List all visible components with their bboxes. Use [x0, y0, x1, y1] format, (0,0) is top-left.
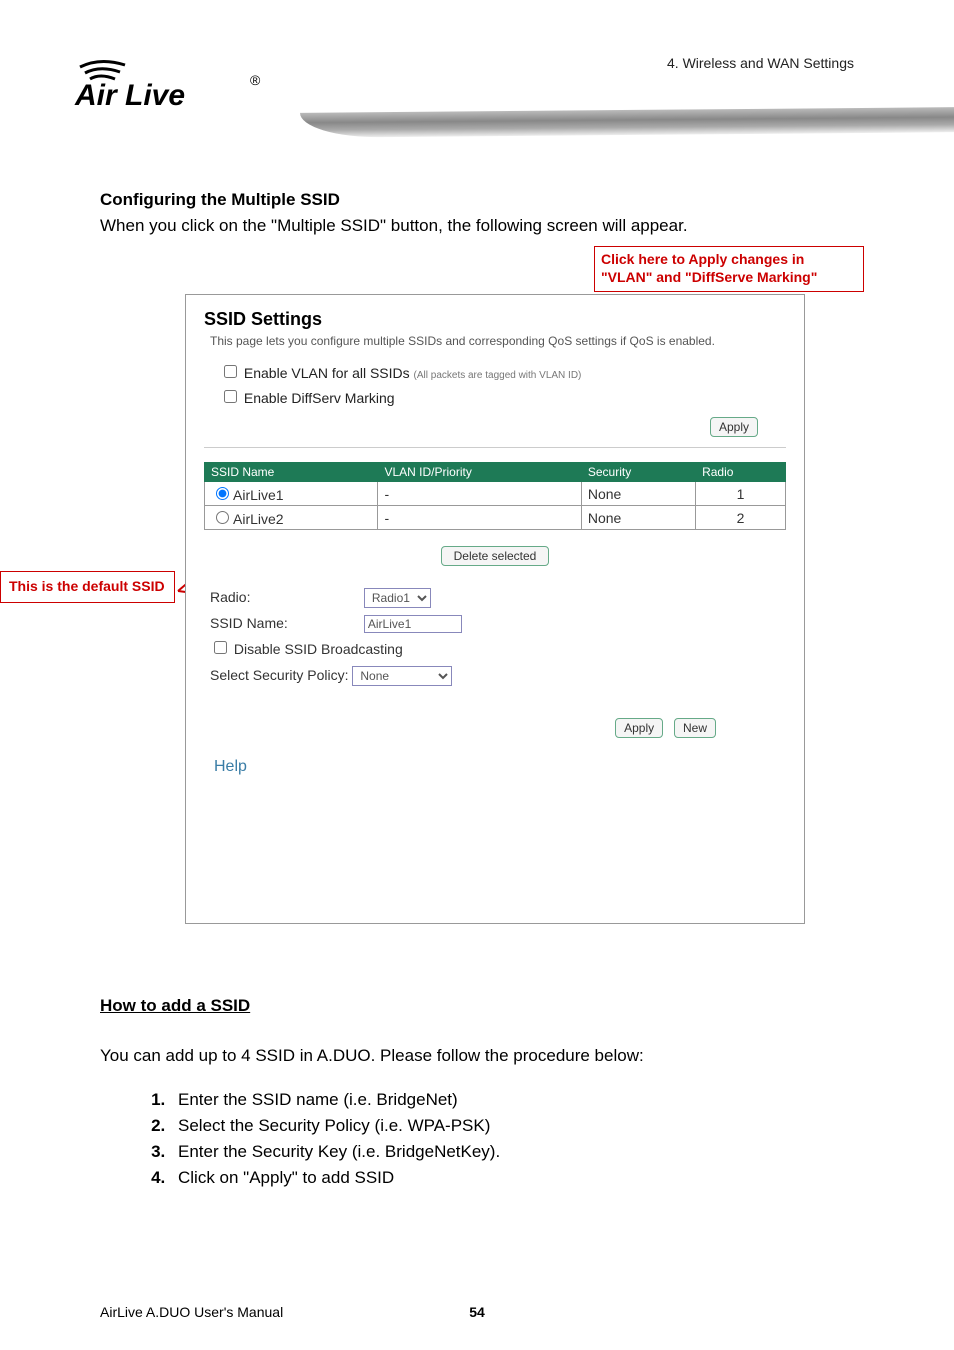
cell-security: None — [581, 506, 695, 530]
enable-diffserv-label: Enable DiffServ Marking — [244, 390, 395, 406]
row-radio[interactable] — [216, 511, 229, 524]
footer-manual-name: AirLive A.DUO User's Manual — [100, 1304, 283, 1320]
col-security: Security — [581, 463, 695, 482]
howto-intro: You can add up to 4 SSID in A.DUO. Pleas… — [100, 1046, 854, 1066]
radio-select[interactable]: Radio1 — [364, 588, 431, 608]
header-swoosh — [300, 107, 954, 138]
col-ssid-name: SSID Name — [205, 463, 378, 482]
svg-text:Air Live: Air Live — [74, 79, 185, 110]
cell-vlan: - — [378, 482, 581, 506]
table-row[interactable]: AirLive1 - None 1 — [205, 482, 786, 506]
table-row[interactable]: AirLive2 - None 2 — [205, 506, 786, 530]
enable-diffserv-checkbox[interactable] — [224, 390, 237, 403]
list-item: Select the Security Policy (i.e. WPA-PSK… — [170, 1116, 854, 1136]
section-heading: Configuring the Multiple SSID — [100, 190, 854, 210]
callout-text: Click here to Apply changes in "VLAN" an… — [601, 251, 817, 285]
svg-text:®: ® — [250, 72, 261, 88]
cell-vlan: - — [378, 506, 581, 530]
ssid-settings-panel: SSID Settings This page lets you configu… — [185, 294, 805, 924]
delete-selected-button[interactable]: Delete selected — [441, 546, 550, 566]
divider — [204, 447, 786, 448]
ssid-name-input[interactable] — [364, 615, 462, 633]
security-policy-select[interactable]: None — [352, 666, 452, 686]
col-vlan: VLAN ID/Priority — [378, 463, 581, 482]
ssid-table: SSID Name VLAN ID/Priority Security Radi… — [204, 462, 786, 530]
disable-broadcast-checkbox[interactable] — [214, 641, 227, 654]
chapter-title: 4. Wireless and WAN Settings — [667, 55, 854, 71]
cell-name: AirLive2 — [233, 511, 284, 527]
new-button[interactable]: New — [674, 718, 716, 738]
enable-vlan-hint: (All packets are tagged with VLAN ID) — [414, 370, 582, 381]
help-link[interactable]: Help — [204, 758, 786, 776]
howto-heading: How to add a SSID — [100, 996, 854, 1016]
panel-description: This page lets you configure multiple SS… — [204, 334, 786, 348]
ssid-name-label: SSID Name: — [210, 610, 360, 636]
cell-security: None — [581, 482, 695, 506]
callout-apply-vlan: Click here to Apply changes in "VLAN" an… — [594, 246, 864, 292]
panel-title: SSID Settings — [204, 309, 786, 330]
enable-vlan-checkbox[interactable] — [224, 365, 237, 378]
list-item: Click on "Apply" to add SSID — [170, 1168, 854, 1188]
cell-radio: 2 — [696, 506, 786, 530]
intro-paragraph: When you click on the "Multiple SSID" bu… — [100, 216, 854, 236]
row-radio[interactable] — [216, 487, 229, 500]
apply-button[interactable]: Apply — [615, 718, 663, 738]
page-number: 54 — [469, 1304, 485, 1320]
col-radio: Radio — [696, 463, 786, 482]
callout-default-ssid: This is the default SSID — [0, 571, 175, 603]
disable-broadcast-label: Disable SSID Broadcasting — [234, 641, 403, 657]
cell-radio: 1 — [696, 482, 786, 506]
enable-vlan-label: Enable VLAN for all SSIDs — [244, 365, 410, 381]
list-item: Enter the SSID name (i.e. BridgeNet) — [170, 1090, 854, 1110]
cell-name: AirLive1 — [233, 487, 284, 503]
security-policy-label: Select Security Policy: — [210, 667, 349, 683]
list-item: Enter the Security Key (i.e. BridgeNetKe… — [170, 1142, 854, 1162]
apply-button[interactable]: Apply — [710, 417, 758, 437]
radio-label: Radio: — [210, 584, 360, 610]
brand-logo: Air Live ® — [70, 55, 270, 110]
table-header-row: SSID Name VLAN ID/Priority Security Radi… — [205, 463, 786, 482]
callout-text: This is the default SSID — [9, 578, 165, 594]
